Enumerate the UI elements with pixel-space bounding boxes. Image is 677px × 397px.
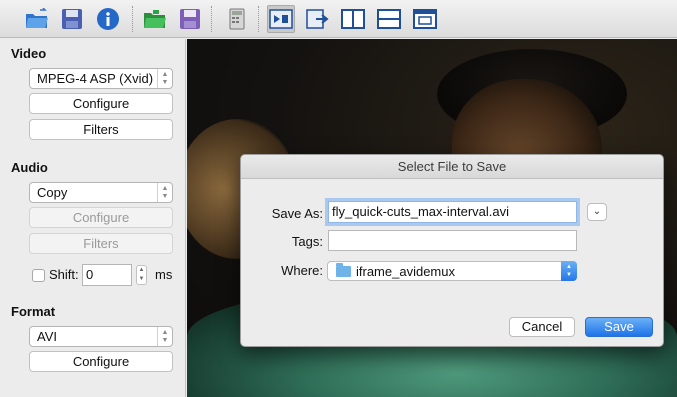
shift-stepper[interactable]: ▲ ▼ bbox=[136, 265, 147, 285]
format-value: AVI bbox=[37, 329, 57, 344]
toolbar-separator bbox=[258, 6, 259, 32]
tags-input[interactable] bbox=[328, 230, 577, 251]
toolbar bbox=[0, 0, 677, 38]
save-disk-icon[interactable] bbox=[176, 5, 204, 33]
open-folder-green-icon[interactable] bbox=[141, 5, 169, 33]
split-horizontal-icon[interactable] bbox=[375, 5, 403, 33]
where-value: iframe_avidemux bbox=[356, 264, 455, 279]
video-codec-select[interactable]: MPEG-4 ASP (Xvid) ▲ ▼ bbox=[29, 68, 173, 89]
chevron-down-icon: ⌄ bbox=[592, 206, 602, 217]
save-as-input[interactable]: fly_quick-cuts_max-interval.avi bbox=[328, 201, 577, 223]
shift-input[interactable]: 0 bbox=[82, 264, 132, 286]
format-section-label: Format bbox=[11, 304, 56, 319]
video-codec-value: MPEG-4 ASP (Xvid) bbox=[37, 71, 154, 86]
select-arrows-icon: ▲ ▼ bbox=[561, 261, 577, 281]
info-icon[interactable] bbox=[94, 5, 122, 33]
window-icon[interactable] bbox=[411, 5, 439, 33]
calculator-icon[interactable] bbox=[223, 5, 251, 33]
save-button[interactable]: Save bbox=[585, 317, 653, 337]
settings-panel: Video MPEG-4 ASP (Xvid) ▲ ▼ Configure Fil… bbox=[0, 39, 186, 397]
save-dialog: Select File to Save Save As: fly_quick-c… bbox=[240, 154, 664, 347]
select-arrows-icon: ▲ ▼ bbox=[157, 69, 172, 88]
video-section-label: Video bbox=[11, 46, 47, 61]
select-arrows-icon: ▲ ▼ bbox=[157, 327, 172, 346]
cancel-button[interactable]: Cancel bbox=[509, 317, 575, 337]
audio-filters-button[interactable]: Filters bbox=[29, 233, 173, 254]
toolbar-separator bbox=[132, 6, 133, 32]
save-disk-icon[interactable] bbox=[58, 5, 86, 33]
dialog-title: Select File to Save bbox=[241, 155, 663, 179]
audio-codec-select[interactable]: Copy ▲ ▼ bbox=[29, 182, 173, 203]
video-configure-button[interactable]: Configure bbox=[29, 93, 173, 114]
video-filters-button[interactable]: Filters bbox=[29, 119, 173, 140]
folder-icon bbox=[336, 263, 351, 277]
audio-configure-button[interactable]: Configure bbox=[29, 207, 173, 228]
format-configure-button[interactable]: Configure bbox=[29, 351, 173, 372]
expand-dialog-button[interactable]: ⌄ bbox=[587, 203, 607, 221]
toolbar-separator bbox=[211, 6, 212, 32]
input-to-output-icon[interactable] bbox=[267, 5, 295, 33]
format-select[interactable]: AVI ▲ ▼ bbox=[29, 326, 173, 347]
shift-unit-label: ms bbox=[155, 267, 173, 282]
shift-checkbox[interactable] bbox=[32, 269, 45, 282]
tags-label: Tags: bbox=[291, 234, 323, 249]
split-vertical-icon[interactable] bbox=[339, 5, 367, 33]
select-arrows-icon: ▲ ▼ bbox=[157, 183, 172, 202]
where-select[interactable]: iframe_avidemux ▲ ▼ bbox=[327, 261, 577, 281]
audio-codec-value: Copy bbox=[37, 185, 68, 200]
where-label: Where: bbox=[281, 263, 323, 278]
output-icon[interactable] bbox=[304, 5, 332, 33]
audio-section-label: Audio bbox=[11, 160, 48, 175]
open-folder-icon[interactable] bbox=[23, 5, 51, 33]
save-as-label: Save As: bbox=[271, 206, 323, 221]
shift-label: Shift: bbox=[49, 267, 79, 282]
